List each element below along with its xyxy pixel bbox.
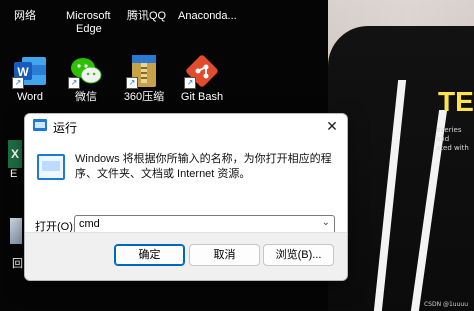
dialog-titlebar[interactable]: 运行 ✕ (25, 114, 347, 138)
browse-button[interactable]: 浏览(B)... (263, 244, 334, 266)
wallpaper-subtext-line: ated with (436, 144, 469, 152)
word-icon: W ↗ (12, 53, 48, 89)
desktop-icon-label: 360压缩 (123, 91, 165, 103)
dialog-footer: 确定 取消 浏览(B)... (25, 232, 347, 280)
excel-icon: X (8, 140, 22, 168)
desktop-icon-git-bash[interactable]: ↗ Git Bash (172, 53, 232, 104)
shortcut-arrow-icon: ↗ (126, 77, 138, 89)
desktop-icon-label: Edge (76, 23, 102, 35)
cancel-button[interactable]: 取消 (189, 244, 260, 266)
shortcut-arrow-icon: ↗ (12, 77, 24, 89)
dialog-title: 运行 (53, 121, 78, 135)
desktop-icon-label: Microsoft (66, 10, 111, 22)
desktop-icon-recycle-bin[interactable]: 回 (0, 218, 23, 271)
shortcut-arrow-icon: ↗ (68, 77, 80, 89)
wallpaper-image: TERI overies and ated with CSDN @1uuuu (328, 0, 474, 311)
desktop-icon-360zip[interactable]: ↗ 360压缩 (114, 53, 174, 104)
shortcut-arrow-icon: ↗ (184, 77, 196, 89)
wallpaper-print-subtext: overies and ated with (436, 126, 474, 153)
watermark: CSDN @1uuuu (423, 301, 468, 308)
run-app-icon (33, 119, 47, 131)
dialog-description: Windows 将根据你所输入的名称，为你打开相应的程序、文件夹、文档或 Int… (75, 153, 332, 180)
desktop-icon-label: Anaconda... (178, 10, 237, 22)
wallpaper-jacket (328, 26, 474, 311)
dialog-body: Windows 将根据你所输入的名称，为你打开相应的程序、文件夹、文档或 Int… (25, 138, 347, 236)
close-button[interactable]: ✕ (317, 114, 347, 138)
wallpaper-subtext-line: overies and (436, 126, 462, 143)
desktop-icon-label: Git Bash (180, 91, 224, 103)
wallpaper-print-text: TERI (438, 86, 474, 117)
desktop-icon-wechat[interactable]: ↗ 微信 (56, 53, 116, 104)
git-bash-icon: ↗ (184, 53, 220, 89)
run-program-icon (37, 154, 65, 180)
ok-button[interactable]: 确定 (114, 244, 185, 266)
run-dialog: 运行 ✕ Windows 将根据你所输入的名称，为你打开相应的程序、文件夹、文档… (24, 113, 348, 281)
chevron-down-icon[interactable]: ⌄ (322, 217, 330, 228)
desktop-icon-label: 网络 (14, 10, 36, 22)
zip-icon: ↗ (126, 53, 162, 89)
desktop-icon-label: 腾讯QQ (127, 10, 167, 22)
desktop-icon-label: E (10, 168, 18, 180)
desktop-icon-word[interactable]: W ↗ Word (0, 53, 60, 104)
recycle-bin-icon (10, 218, 22, 244)
open-input[interactable]: cmd (79, 218, 100, 230)
close-icon: ✕ (326, 118, 338, 134)
desktop-icon-label: Word (16, 91, 44, 103)
desktop-icon-label: 回 (12, 258, 23, 270)
desktop-icon-label: 微信 (75, 91, 97, 103)
desktop-icon-excel[interactable]: X E (0, 140, 22, 181)
wechat-icon: ↗ (68, 53, 104, 89)
